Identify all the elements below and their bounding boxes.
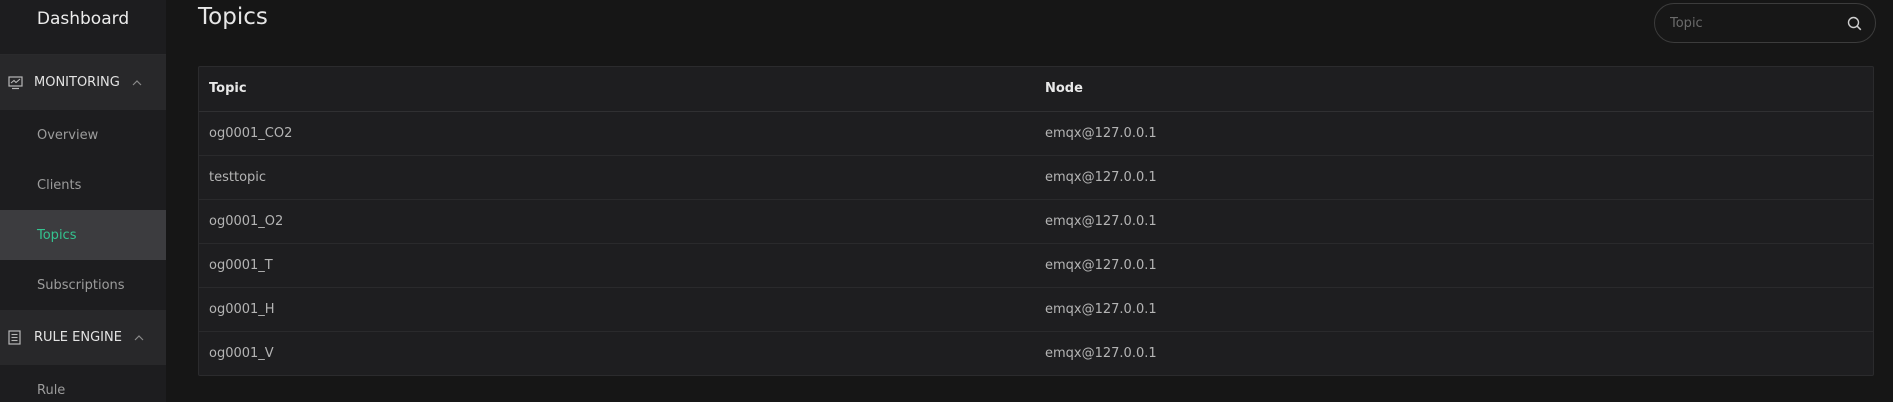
table-header-row: Topic Node [199, 67, 1873, 112]
main-content: Topics Topic Node og0001_CO2 emqx@127. [166, 0, 1893, 402]
column-header-topic: Topic [199, 67, 1035, 112]
topic-cell: og0001_V [209, 345, 274, 361]
chevron-up-icon [132, 79, 142, 86]
sidebar-item-topics[interactable]: Topics [0, 210, 166, 260]
chevron-up-icon [134, 334, 144, 341]
table-row: og0001_CO2 emqx@127.0.0.1 [199, 111, 1873, 156]
topic-cell: og0001_H [199, 287, 1035, 332]
search-box[interactable] [1654, 3, 1876, 43]
sidebar-item-rule[interactable]: Rule [0, 365, 166, 402]
node-cell: emqx@127.0.0.1 [1035, 199, 1873, 244]
topics-table: Topic Node og0001_CO2 emqx@127.0.0.1 tes… [198, 66, 1874, 376]
sidebar: Dashboard MONITORING Overview Clients To… [0, 0, 166, 402]
topic-cell: og0001_CO2 [199, 111, 1035, 156]
node-cell: emqx@127.0.0.1 [1045, 345, 1157, 361]
node-cell: emqx@127.0.0.1 [1035, 243, 1873, 288]
sidebar-item-clients[interactable]: Clients [0, 160, 166, 210]
node-cell: emqx@127.0.0.1 [1035, 287, 1873, 332]
table-row: og0001_O2 emqx@127.0.0.1 [199, 199, 1873, 244]
sidebar-group-monitoring[interactable]: MONITORING [0, 55, 166, 110]
table-row: og0001_H emqx@127.0.0.1 [199, 287, 1873, 332]
sidebar-group-rule-engine[interactable]: RULE ENGINE [0, 310, 166, 365]
brand-title[interactable]: Dashboard [0, 0, 166, 55]
topic-cell: og0001_T [199, 243, 1035, 288]
table-row: og0001_V emqx@127.0.0.1 [199, 331, 1873, 375]
sidebar-group-label: RULE ENGINE [34, 330, 122, 345]
monitor-icon [8, 75, 24, 91]
node-cell: emqx@127.0.0.1 [1035, 155, 1873, 200]
node-cell: emqx@127.0.0.1 [1035, 111, 1873, 156]
column-header-node: Node [1035, 67, 1873, 112]
table-row: testtopic emqx@127.0.0.1 [199, 155, 1873, 200]
topic-cell: testtopic [199, 155, 1035, 200]
search-icon[interactable] [1847, 15, 1863, 31]
sidebar-group-label: MONITORING [34, 75, 120, 90]
topic-cell: og0001_O2 [199, 199, 1035, 244]
sidebar-item-subscriptions[interactable]: Subscriptions [0, 260, 166, 310]
app: Dashboard MONITORING Overview Clients To… [0, 0, 1893, 402]
sidebar-item-overview[interactable]: Overview [0, 110, 166, 160]
search-input[interactable] [1670, 15, 1847, 31]
page-title: Topics [198, 4, 268, 30]
table-row: og0001_T emqx@127.0.0.1 [199, 243, 1873, 288]
document-icon [8, 330, 24, 346]
